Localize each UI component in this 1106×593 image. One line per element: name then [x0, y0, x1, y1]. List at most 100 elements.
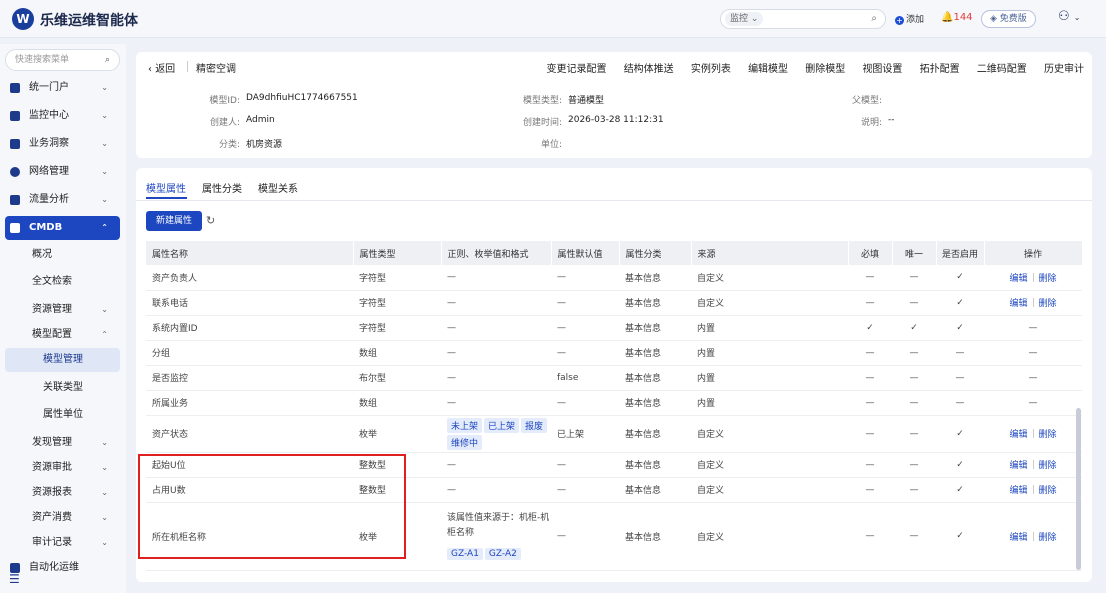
tab-attribute-categories[interactable]: 属性分类 [202, 180, 242, 195]
table-row: 系统内置ID 字符型 — — 基本信息 内置 ✓ ✓ ✓ — [146, 315, 1082, 341]
chevron-down-icon: ⌄ [101, 167, 108, 176]
tab-model-attributes[interactable]: 模型属性 [146, 180, 186, 195]
sidebar-sub-model-manage[interactable]: 模型管理 [5, 348, 120, 372]
attr-unique: — [892, 290, 936, 316]
edit-button[interactable]: 编辑 [1009, 533, 1027, 543]
chevron-up-icon: ⌃ [101, 223, 108, 232]
sidebar-sub-model-config[interactable]: 模型配置 ⌃ [5, 323, 120, 347]
delete-model-button[interactable]: 删除模型 [805, 64, 845, 75]
back-button[interactable]: ‹ 返回 [148, 60, 175, 75]
sidebar-sub-overview[interactable]: 概况 [5, 243, 120, 267]
chevron-down-icon: ⌄ [101, 438, 108, 447]
chevron-down-icon: ⌄ [101, 513, 108, 522]
attr-source: 内置 [691, 365, 848, 391]
refresh-icon[interactable]: ↻ [206, 214, 215, 227]
global-search-input[interactable]: 监控 ⌄ ⌕ [720, 9, 886, 29]
sidebar-item-insight[interactable]: 业务洞察 ⌄ [5, 132, 120, 156]
delete-button[interactable]: 删除 [1039, 486, 1057, 496]
free-edition-button[interactable]: ◈ 免费版 [981, 10, 1036, 28]
sidebar-sub-consume[interactable]: 资产消费 ⌄ [5, 506, 120, 530]
edit-button[interactable]: 编辑 [1009, 299, 1027, 309]
enum-tag: GZ-A2 [484, 548, 521, 560]
attr-required: — [848, 452, 892, 478]
sidebar: 快速搜索菜单 ⌕ 统一门户 ⌄ 监控中心 ⌄ 业务洞察 ⌄ 网络管理 ⌄ 流量分析 ⌄ CM… [0, 44, 126, 593]
chevron-down-icon: ⌄ [101, 538, 108, 547]
sidebar-sub-discovery[interactable]: 发现管理 ⌄ [5, 431, 120, 455]
view-settings-button[interactable]: 视图设置 [862, 64, 902, 75]
app-logo-icon[interactable]: W [12, 8, 34, 30]
attr-source: 自定义 [691, 477, 848, 503]
chevron-down-icon: ⌄ [101, 305, 108, 314]
delete-button[interactable]: 删除 [1039, 533, 1057, 543]
col-header: 属性默认值 [551, 241, 620, 265]
breadcrumb-divider [187, 61, 188, 72]
col-header: 属性分类 [619, 241, 692, 265]
diamond-icon: ◈ [990, 14, 1000, 24]
chevron-down-icon: ⌄ [101, 139, 108, 148]
sidebar-sub-attr-unit[interactable]: 属性单位 [5, 403, 120, 427]
home-icon [10, 83, 20, 93]
struct-push-button[interactable]: 结构体推送 [624, 64, 674, 75]
menu-search-input[interactable]: 快速搜索菜单 ⌕ [5, 49, 120, 71]
col-header: 属性类型 [353, 241, 442, 265]
sidebar-sub-resource[interactable]: 资源管理 ⌄ [5, 298, 120, 322]
attr-default: — [551, 315, 619, 341]
topology-config-button[interactable]: 拓扑配置 [920, 64, 960, 75]
search-icon[interactable]: ⌕ [871, 13, 877, 24]
edit-button[interactable]: 编辑 [1009, 430, 1027, 440]
sidebar-item-automation[interactable]: 自动化运维 [5, 556, 120, 580]
sidebar-sub-report[interactable]: 资源报表 ⌄ [5, 481, 120, 505]
new-attribute-button[interactable]: 新建属性 [146, 211, 202, 231]
attr-default: — [551, 502, 619, 571]
edit-button[interactable]: 编辑 [1009, 486, 1027, 496]
sidebar-sub-approval[interactable]: 资源审批 ⌄ [5, 456, 120, 480]
attr-unique: — [892, 265, 936, 291]
attr-format: — [441, 290, 551, 316]
attr-default: — [551, 452, 619, 478]
edit-button[interactable]: 编辑 [1009, 461, 1027, 471]
add-button[interactable]: + 添加 [895, 12, 924, 25]
attr-required: — [848, 502, 892, 571]
attr-category: 基本信息 [619, 290, 691, 316]
edit-button[interactable]: 编辑 [1009, 274, 1027, 284]
attr-unique: — [892, 390, 936, 416]
collapse-menu-icon[interactable]: ☰ [9, 572, 20, 586]
search-scope-select[interactable]: 监控 ⌄ [725, 12, 764, 26]
sidebar-sub-relation-type[interactable]: 关联类型 [5, 376, 120, 400]
delete-button[interactable]: 删除 [1039, 461, 1057, 471]
sidebar-item-portal[interactable]: 统一门户 ⌄ [5, 76, 120, 100]
change-record-config-button[interactable]: 变更记录配置 [547, 64, 607, 75]
attr-enabled: — [936, 390, 984, 416]
delete-button[interactable]: 删除 [1039, 430, 1057, 440]
sidebar-item-monitor[interactable]: 监控中心 ⌄ [5, 104, 120, 128]
chevron-down-icon: ⌄ [101, 111, 108, 120]
attr-enabled: ✓ [936, 477, 984, 503]
meta-label: 创建时间: [522, 118, 562, 128]
tab-divider [136, 200, 1092, 201]
edit-model-button[interactable]: 编辑模型 [748, 64, 788, 75]
tab-model-relations[interactable]: 模型关系 [258, 180, 298, 195]
attr-category: 基本信息 [619, 452, 691, 478]
top-bar: W 乐维运维智能体 监控 ⌄ ⌕ + 添加 🔔144 ◈ 免费版 ⚇ ⌄ [0, 0, 1106, 38]
sidebar-item-traffic[interactable]: 流量分析 ⌄ [5, 188, 120, 212]
sidebar-sub-audit[interactable]: 审计记录 ⌄ [5, 531, 120, 555]
history-audit-button[interactable]: 历史审计 [1044, 64, 1084, 75]
alarm-bell-button[interactable]: 🔔144 [941, 12, 973, 23]
sidebar-sub-fulltext[interactable]: 全文检索 [5, 270, 120, 294]
sidebar-item-cmdb[interactable]: CMDB ⌃ [5, 216, 120, 240]
instance-list-button[interactable]: 实例列表 [691, 64, 731, 75]
search-icon: ⌕ [104, 55, 110, 65]
attr-source: 内置 [691, 340, 848, 366]
sidebar-item-network[interactable]: 网络管理 ⌄ [5, 160, 120, 184]
user-menu[interactable]: ⚇ ⌄ [1058, 9, 1081, 24]
attr-format: — [441, 390, 551, 416]
chevron-down-icon: ⌄ [101, 83, 108, 92]
table-scrollbar[interactable] [1076, 408, 1081, 570]
action-bar: 变更记录配置 结构体推送 实例列表 编辑模型 删除模型 视图设置 拓扑配置 二维… [533, 60, 1085, 75]
delete-button[interactable]: 删除 [1039, 299, 1057, 309]
delete-button[interactable]: 删除 [1039, 274, 1057, 284]
qrcode-config-button[interactable]: 二维码配置 [977, 64, 1027, 75]
attr-default: — [551, 340, 619, 366]
attr-category: 基本信息 [619, 477, 691, 503]
attr-category: 基本信息 [619, 365, 691, 391]
